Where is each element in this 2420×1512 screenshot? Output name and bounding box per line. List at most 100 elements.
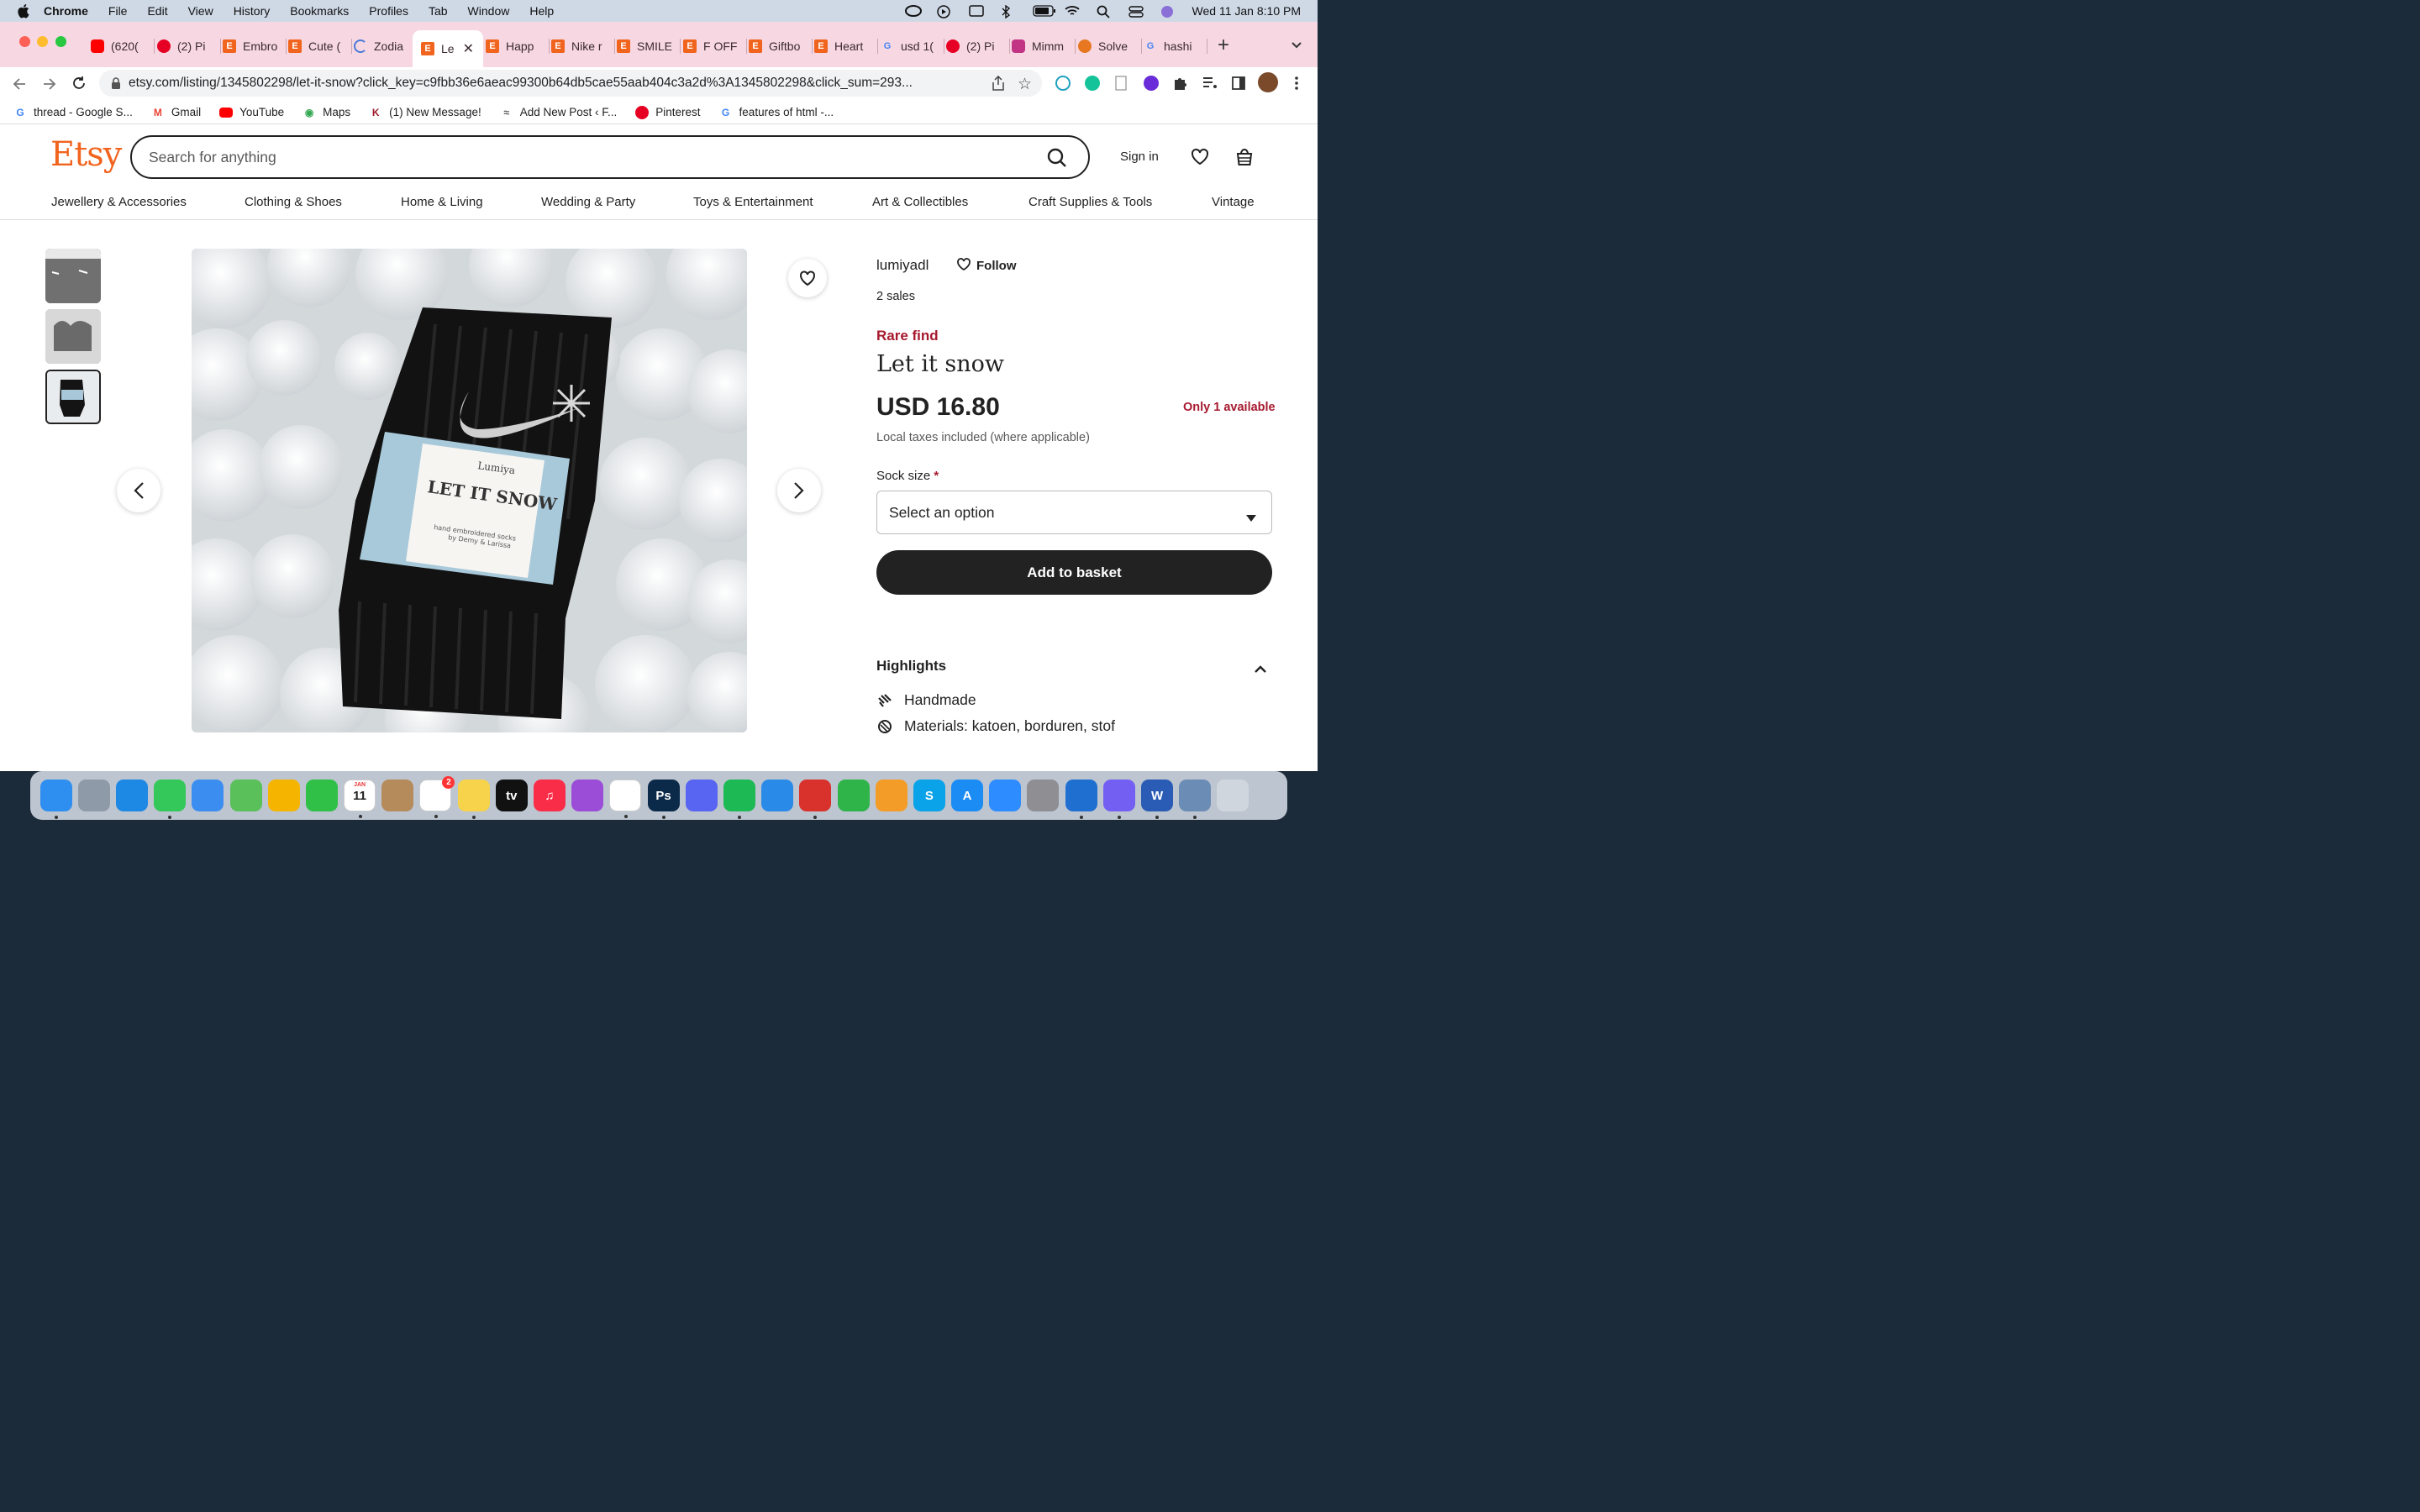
notes-icon[interactable] [457,780,490,819]
extension-1-icon[interactable] [1055,76,1071,95]
wifi-icon[interactable] [1064,5,1080,17]
system-settings-icon[interactable] [1027,780,1060,811]
tab-close-icon[interactable]: ✕ [463,40,474,57]
lock-icon[interactable] [111,77,121,89]
etsy-logo[interactable]: Etsy [50,135,122,174]
sock-size-select[interactable]: Select an option [876,491,1272,534]
bluetooth-icon[interactable] [1001,4,1016,19]
favorite-listing-button[interactable] [788,259,827,297]
bookmark-2[interactable]: M Gmail [151,106,201,119]
viber-icon[interactable] [1102,780,1135,819]
safari-icon[interactable] [115,780,148,811]
sign-in-link[interactable]: Sign in [1120,150,1159,164]
reload-icon[interactable] [71,76,87,95]
collapse-chevron-icon[interactable] [1255,662,1266,677]
calendar-menubar-icon[interactable] [968,5,984,17]
tab-1[interactable]: (620( [91,35,155,57]
grammarly-icon[interactable] [1085,76,1100,95]
bookmark-3[interactable]: YouTube [219,106,284,118]
menu-window[interactable]: Window [468,4,510,18]
menu-file[interactable]: File [108,4,128,18]
thumbnail-3-selected[interactable] [45,370,101,424]
tab-10[interactable]: E F OFF [683,35,747,57]
nav-wedding[interactable]: Wedding & Party [541,195,635,209]
new-tab-button[interactable]: + [1218,34,1229,57]
mail-icon[interactable] [192,780,224,811]
share-icon[interactable] [992,75,1005,95]
profile-avatar[interactable] [1258,72,1278,92]
menu-bookmarks[interactable]: Bookmarks [290,4,349,18]
skype-icon[interactable]: S [913,780,945,811]
bookmark-7[interactable]: Pinterest [635,105,701,119]
tab-active[interactable]: E Le ✕ [413,30,483,67]
search-input[interactable]: Search for anything [130,135,1090,179]
side-panel-icon[interactable] [1232,76,1245,94]
shop-name-link[interactable]: lumiyadl [876,257,929,274]
apple-icon[interactable] [17,3,32,18]
nav-craft-supplies[interactable]: Craft Supplies & Tools [1028,195,1152,209]
bookmark-star-icon[interactable]: ☆ [1018,75,1032,94]
extensions-puzzle-icon[interactable] [1173,76,1188,95]
tab-16[interactable]: Solve [1078,35,1142,57]
photoshop-icon[interactable]: Ps [647,780,680,819]
thumbnail-1[interactable] [45,249,101,303]
tab-4[interactable]: E Cute ( [288,35,352,57]
forward-icon[interactable] [42,76,57,96]
pages-icon[interactable] [875,780,908,811]
nav-vintage[interactable]: Vintage [1212,195,1255,209]
tab-2[interactable]: (2) Pi [157,35,221,57]
battery-icon[interactable] [1032,5,1055,17]
photo-booth-icon[interactable] [799,780,832,819]
bookmark-1[interactable]: Gthread - Google S... [13,106,133,119]
menubar-clock[interactable]: Wed 11 Jan 8:10 PM [1192,4,1301,18]
zoom-icon[interactable] [989,780,1022,811]
url-text[interactable]: etsy.com/listing/1345802298/let-it-snow?… [129,76,977,91]
basket-icon[interactable] [1234,145,1255,171]
nav-art[interactable]: Art & Collectibles [872,195,968,209]
follow-shop-button[interactable]: Follow [956,257,1017,274]
menu-profiles[interactable]: Profiles [369,4,408,18]
photos-icon[interactable] [267,780,300,811]
tab-12[interactable]: E Heart [814,35,878,57]
add-to-basket-button[interactable]: Add to basket [876,550,1272,595]
previous-image-button[interactable] [117,469,160,512]
close-window-button[interactable] [19,36,30,47]
nav-clothing[interactable]: Clothing & Shoes [245,195,342,209]
chrome-icon[interactable] [609,780,642,818]
word-icon[interactable]: W [1141,780,1174,819]
address-bar[interactable]: etsy.com/listing/1345802298/let-it-snow?… [99,70,1042,97]
tab-15[interactable]: Mimm [1012,35,1076,57]
tab-14[interactable]: (2) Pi [946,35,1010,57]
messages-icon[interactable] [154,780,187,819]
tab-7[interactable]: E Happ [486,35,550,57]
tab-11[interactable]: E Giftbo [749,35,813,57]
appletv-icon[interactable]: tv [495,780,528,811]
minimize-window-button[interactable] [37,36,48,47]
reminders-icon[interactable]: 2 [419,776,455,818]
trash-icon[interactable] [1217,780,1249,811]
extension-4-icon[interactable] [1144,76,1159,95]
tab-9[interactable]: E SMILE [617,35,681,57]
menu-tab[interactable]: Tab [429,4,448,18]
tab-8[interactable]: E Nike r [551,35,615,57]
bookmark-5[interactable]: K (1) New Message! [369,106,481,119]
menu-view[interactable]: View [188,4,213,18]
menu-edit[interactable]: Edit [147,4,167,18]
next-image-button[interactable] [777,469,821,512]
nav-home-living[interactable]: Home & Living [401,195,483,209]
tab-17[interactable]: Ghashi [1144,35,1207,57]
facetime-icon[interactable] [305,780,338,811]
app-store-icon[interactable]: A [951,780,984,811]
preview-icon[interactable] [1179,780,1212,819]
extension-3-icon[interactable] [1115,76,1127,95]
bookmark-4[interactable]: ◉ Maps [302,106,350,119]
xcode-icon[interactable] [1065,780,1097,819]
music-icon[interactable]: ♫ [534,780,566,811]
media-control-icon[interactable] [1202,76,1218,94]
nav-jewellery[interactable]: Jewellery & Accessories [51,195,187,209]
contacts-icon[interactable] [381,780,414,811]
menu-history[interactable]: History [234,4,271,18]
bookmark-6[interactable]: ≈ Add New Post ‹ F... [500,106,617,119]
numbers-icon[interactable] [837,780,870,811]
launchpad-icon[interactable] [77,780,110,811]
